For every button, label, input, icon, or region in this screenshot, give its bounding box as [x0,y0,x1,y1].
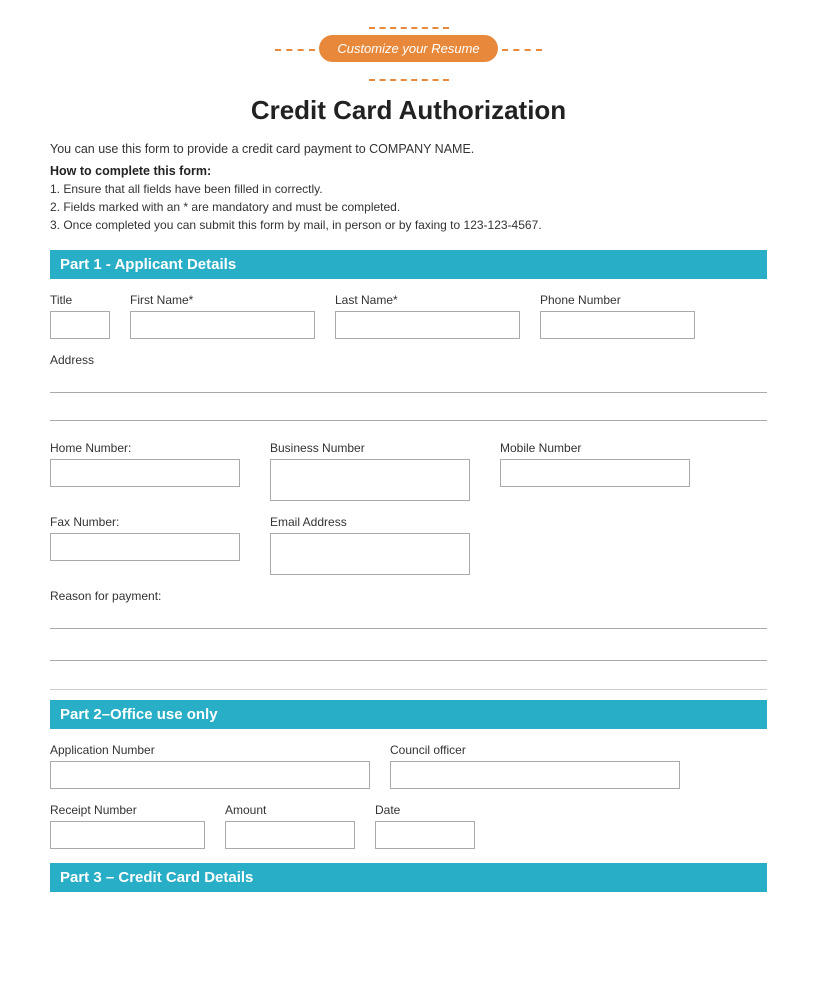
email-label: Email Address [270,515,470,529]
phone-input[interactable] [540,311,695,339]
mobile-label: Mobile Number [500,441,690,455]
appnum-group: Application Number [50,743,370,789]
email-group: Email Address [270,515,470,575]
reason-line-1[interactable] [50,607,767,629]
receipt-group: Receipt Number [50,803,205,849]
reason-lines [50,607,767,671]
instruction-step-1: 1. Ensure that all fields have been fill… [50,180,767,198]
address-lines [50,371,767,427]
section-divider [50,689,767,690]
reason-row: Reason for payment: [50,589,767,671]
office-row-1: Application Number Council officer [50,743,767,789]
phone-label: Phone Number [540,293,695,307]
part1-header: Part 1 - Applicant Details [50,250,767,279]
title-group: Title [50,293,110,339]
part2-header: Part 2–Office use only [50,700,767,729]
instructions-heading: How to complete this form: [50,164,767,178]
office-row-2: Receipt Number Amount Date [50,803,767,849]
title-label: Title [50,293,110,307]
lastname-group: Last Name* [335,293,520,339]
council-label: Council officer [390,743,680,757]
address-label: Address [50,353,767,367]
reason-label: Reason for payment: [50,589,767,603]
email-input[interactable] [270,533,470,575]
phone-group: Phone Number [540,293,695,339]
title-input[interactable] [50,311,110,339]
home-group: Home Number: [50,441,240,487]
firstname-label: First Name* [130,293,315,307]
business-label: Business Number [270,441,470,455]
mobile-input[interactable] [500,459,690,487]
business-input[interactable] [270,459,470,501]
address-row: Address [50,353,767,427]
council-group: Council officer [390,743,680,789]
amount-label: Amount [225,803,355,817]
receipt-input[interactable] [50,821,205,849]
firstname-group: First Name* [130,293,315,339]
address-line-2[interactable] [50,399,767,421]
date-input[interactable] [375,821,475,849]
dashed-line-left [369,27,449,29]
date-group: Date [375,803,475,849]
instruction-step-2: 2. Fields marked with an * are mandatory… [50,198,767,216]
reason-line-2[interactable] [50,639,767,661]
home-input[interactable] [50,459,240,487]
dashed-line-right [369,79,449,81]
council-input[interactable] [390,761,680,789]
intro-text: You can use this form to provide a credi… [50,142,767,156]
fax-label: Fax Number: [50,515,240,529]
lastname-label: Last Name* [335,293,520,307]
receipt-label: Receipt Number [50,803,205,817]
fax-input[interactable] [50,533,240,561]
instruction-step-3: 3. Once completed you can submit this fo… [50,216,767,234]
instructions: How to complete this form: 1. Ensure tha… [50,164,767,234]
page-title: Credit Card Authorization [50,95,767,126]
amount-group: Amount [225,803,355,849]
business-group: Business Number [270,441,470,501]
page: Customize your Resume Credit Card Author… [0,0,817,981]
address-line-1[interactable] [50,371,767,393]
firstname-input[interactable] [130,311,315,339]
customize-button[interactable]: Customize your Resume [319,35,497,62]
home-label: Home Number: [50,441,240,455]
contact-row-2: Fax Number: Email Address [50,515,767,575]
lastname-input[interactable] [335,311,520,339]
name-row: Title First Name* Last Name* Phone Numbe… [50,293,767,339]
part3-header: Part 3 – Credit Card Details [50,863,767,892]
appnum-input[interactable] [50,761,370,789]
fax-group: Fax Number: [50,515,240,561]
mobile-group: Mobile Number [500,441,690,487]
amount-input[interactable] [225,821,355,849]
appnum-label: Application Number [50,743,370,757]
date-label: Date [375,803,475,817]
customize-wrapper: Customize your Resume [50,20,767,87]
contact-row-1: Home Number: Business Number Mobile Numb… [50,441,767,501]
